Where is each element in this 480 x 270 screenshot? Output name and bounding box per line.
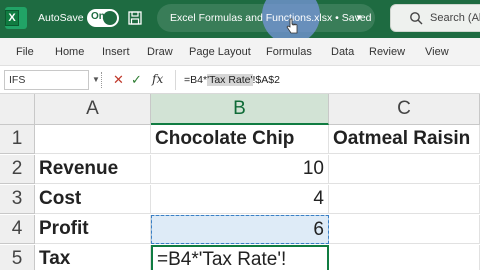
- row-header[interactable]: 4: [0, 215, 35, 244]
- column-header-a[interactable]: A: [35, 94, 151, 125]
- menu-file[interactable]: File: [16, 46, 34, 58]
- name-box-chevron-icon[interactable]: ▼: [92, 75, 100, 84]
- formula-input[interactable]: =B4*'Tax Rate'!$A$2: [175, 70, 480, 90]
- toggle-knob: [103, 11, 117, 25]
- name-box[interactable]: IFS: [4, 70, 89, 90]
- cell-c5[interactable]: [329, 245, 480, 270]
- formula-bar: IFS ▼ ✕ ✓ fx =B4*'Tax Rate'!$A$2: [0, 66, 480, 94]
- title-bar: X AutoSave On Excel Formulas and Functio…: [0, 0, 480, 44]
- cell-c1[interactable]: Oatmeal Raisin: [329, 125, 480, 154]
- cell-a3[interactable]: Cost: [35, 185, 151, 214]
- column-header-c[interactable]: C: [329, 94, 480, 125]
- menu-data[interactable]: Data: [331, 46, 354, 58]
- cell-b5-editing[interactable]: =B4*'Tax Rate'!: [151, 245, 329, 270]
- cell-a4[interactable]: Profit: [35, 215, 151, 244]
- autosave-toggle[interactable]: On: [87, 9, 119, 27]
- enter-icon[interactable]: ✓: [131, 72, 142, 88]
- row-header[interactable]: 5: [0, 245, 35, 270]
- spreadsheet-grid: A B C 1 Chocolate Chip Oatmeal Raisin 2 …: [0, 94, 480, 270]
- excel-logo-icon: X: [5, 7, 27, 29]
- menu-draw[interactable]: Draw: [147, 46, 173, 58]
- row-header[interactable]: 3: [0, 185, 35, 214]
- ribbon-menu: File Home Insert Draw Page Layout Formul…: [0, 38, 480, 66]
- cell-b2[interactable]: 10: [151, 155, 329, 184]
- save-icon[interactable]: [127, 10, 143, 26]
- menu-insert[interactable]: Insert: [102, 46, 130, 58]
- row-header[interactable]: 1: [0, 125, 35, 154]
- insert-function-icon[interactable]: fx: [152, 72, 163, 86]
- column-header-b[interactable]: B: [151, 94, 329, 125]
- menu-view[interactable]: View: [425, 46, 449, 58]
- cell-b4-referenced[interactable]: 6: [151, 215, 329, 244]
- menu-home[interactable]: Home: [55, 46, 84, 58]
- menu-formulas[interactable]: Formulas: [266, 46, 312, 58]
- search-placeholder: Search (Al: [430, 12, 480, 24]
- cell-a5[interactable]: Tax: [35, 245, 151, 270]
- chevron-down-icon[interactable]: ▼: [355, 13, 363, 22]
- cell-b1[interactable]: Chocolate Chip: [151, 125, 329, 154]
- select-all-corner[interactable]: [0, 94, 35, 125]
- cell-c3[interactable]: [329, 185, 480, 214]
- cell-a2[interactable]: Revenue: [35, 155, 151, 184]
- menu-page-layout[interactable]: Page Layout: [189, 46, 251, 58]
- formula-text-prefix: =B4*: [184, 74, 208, 86]
- cell-c2[interactable]: [329, 155, 480, 184]
- formula-text-selected: 'Tax Rate': [207, 74, 253, 86]
- autosave-label: AutoSave: [38, 12, 84, 24]
- formula-text-suffix: !$A$2: [252, 74, 280, 86]
- cancel-icon[interactable]: ✕: [113, 72, 124, 88]
- search-icon: [410, 12, 423, 25]
- cell-b3[interactable]: 4: [151, 185, 329, 214]
- formula-bar-separator: [101, 72, 103, 88]
- menu-review[interactable]: Review: [369, 46, 405, 58]
- cell-a1[interactable]: [35, 125, 151, 154]
- row-header[interactable]: 2: [0, 155, 35, 184]
- hand-cursor-icon: [286, 18, 298, 34]
- cell-c4[interactable]: [329, 215, 480, 244]
- document-title: Excel Formulas and Functions.xlsx • Save…: [170, 12, 372, 24]
